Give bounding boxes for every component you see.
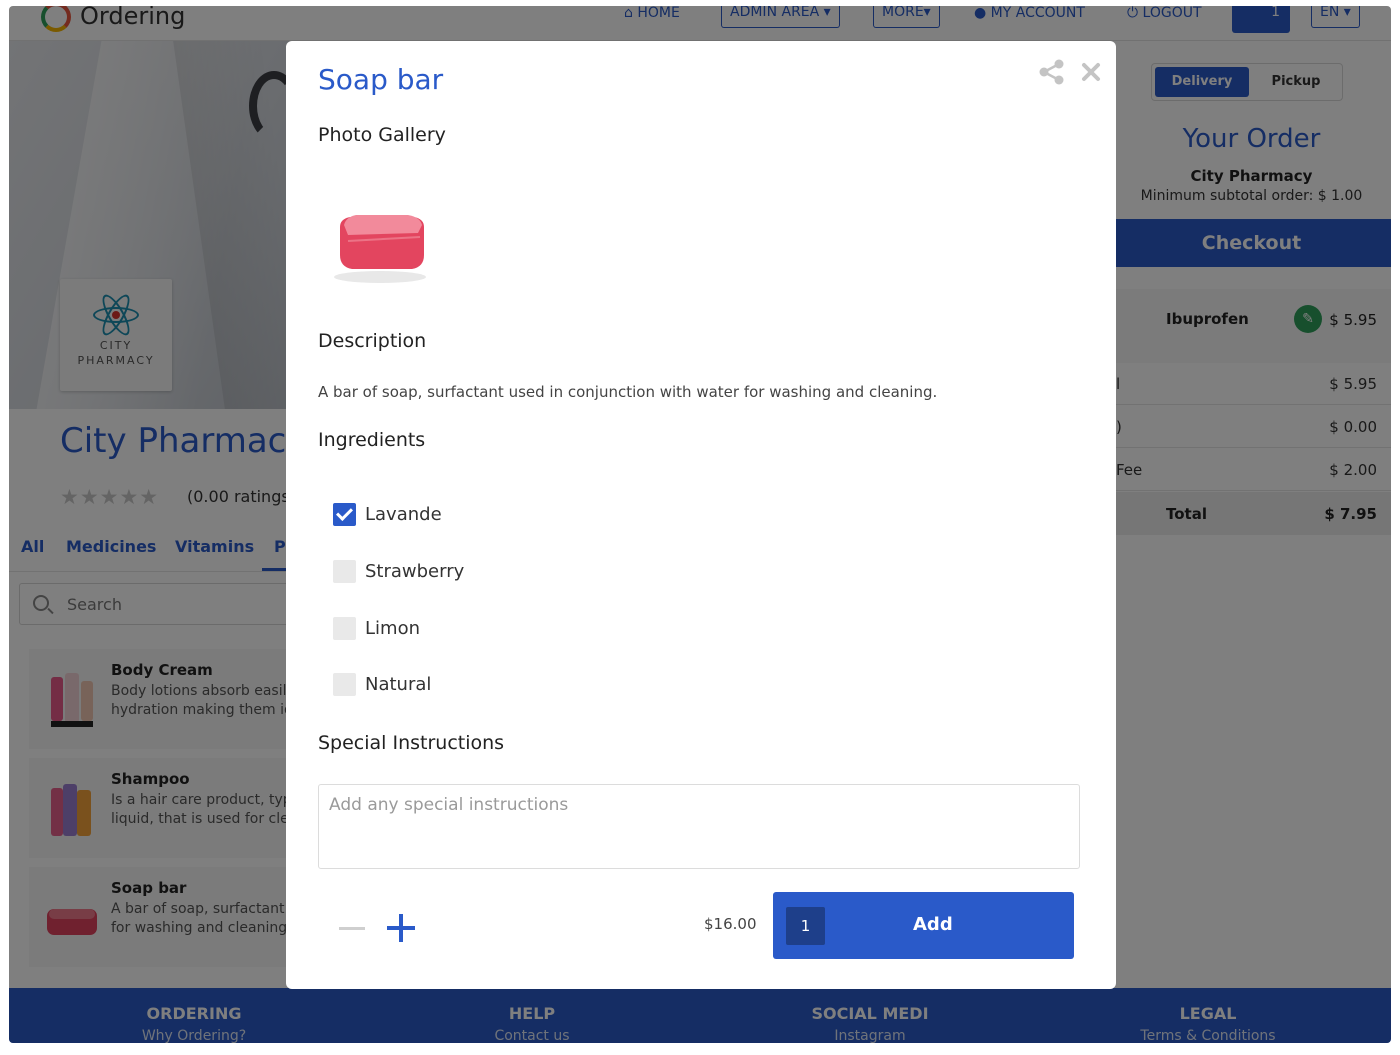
add-button-label: Add: [913, 914, 953, 935]
increase-quantity-button[interactable]: [387, 914, 415, 942]
app-window: Ordering ⌂ HOME ADMIN AREA ▾ MORE▾ ● MY …: [9, 6, 1391, 1043]
product-description-text: A bar of soap, surfactant used in conjun…: [318, 383, 938, 401]
modal-title: Soap bar: [318, 63, 444, 96]
ingredient-label: Strawberry: [365, 561, 465, 582]
special-instructions-heading: Special Instructions: [318, 732, 505, 754]
ingredient-label: Lavande: [365, 504, 442, 525]
checkbox-unchecked[interactable]: [333, 673, 356, 696]
soap-bar-photo[interactable]: [326, 201, 436, 286]
checkbox-checked[interactable]: [333, 503, 356, 526]
decrease-quantity-button[interactable]: [339, 927, 365, 930]
close-icon[interactable]: [1080, 61, 1102, 83]
quantity-badge: 1: [786, 907, 825, 945]
photo-gallery-heading: Photo Gallery: [318, 124, 446, 146]
product-price: $16.00: [704, 915, 757, 933]
description-heading: Description: [318, 330, 427, 352]
special-instructions-input[interactable]: [318, 784, 1080, 869]
checkbox-unchecked[interactable]: [333, 617, 356, 640]
ingredient-label: Limon: [365, 618, 420, 639]
checkbox-unchecked[interactable]: [333, 560, 356, 583]
product-modal: Soap bar Photo Gallery Description A bar…: [286, 41, 1116, 989]
share-icon[interactable]: [1038, 59, 1066, 85]
add-to-cart-button[interactable]: 1 Add: [773, 892, 1074, 959]
ingredient-label: Natural: [365, 674, 432, 695]
ingredients-heading: Ingredients: [318, 429, 426, 451]
